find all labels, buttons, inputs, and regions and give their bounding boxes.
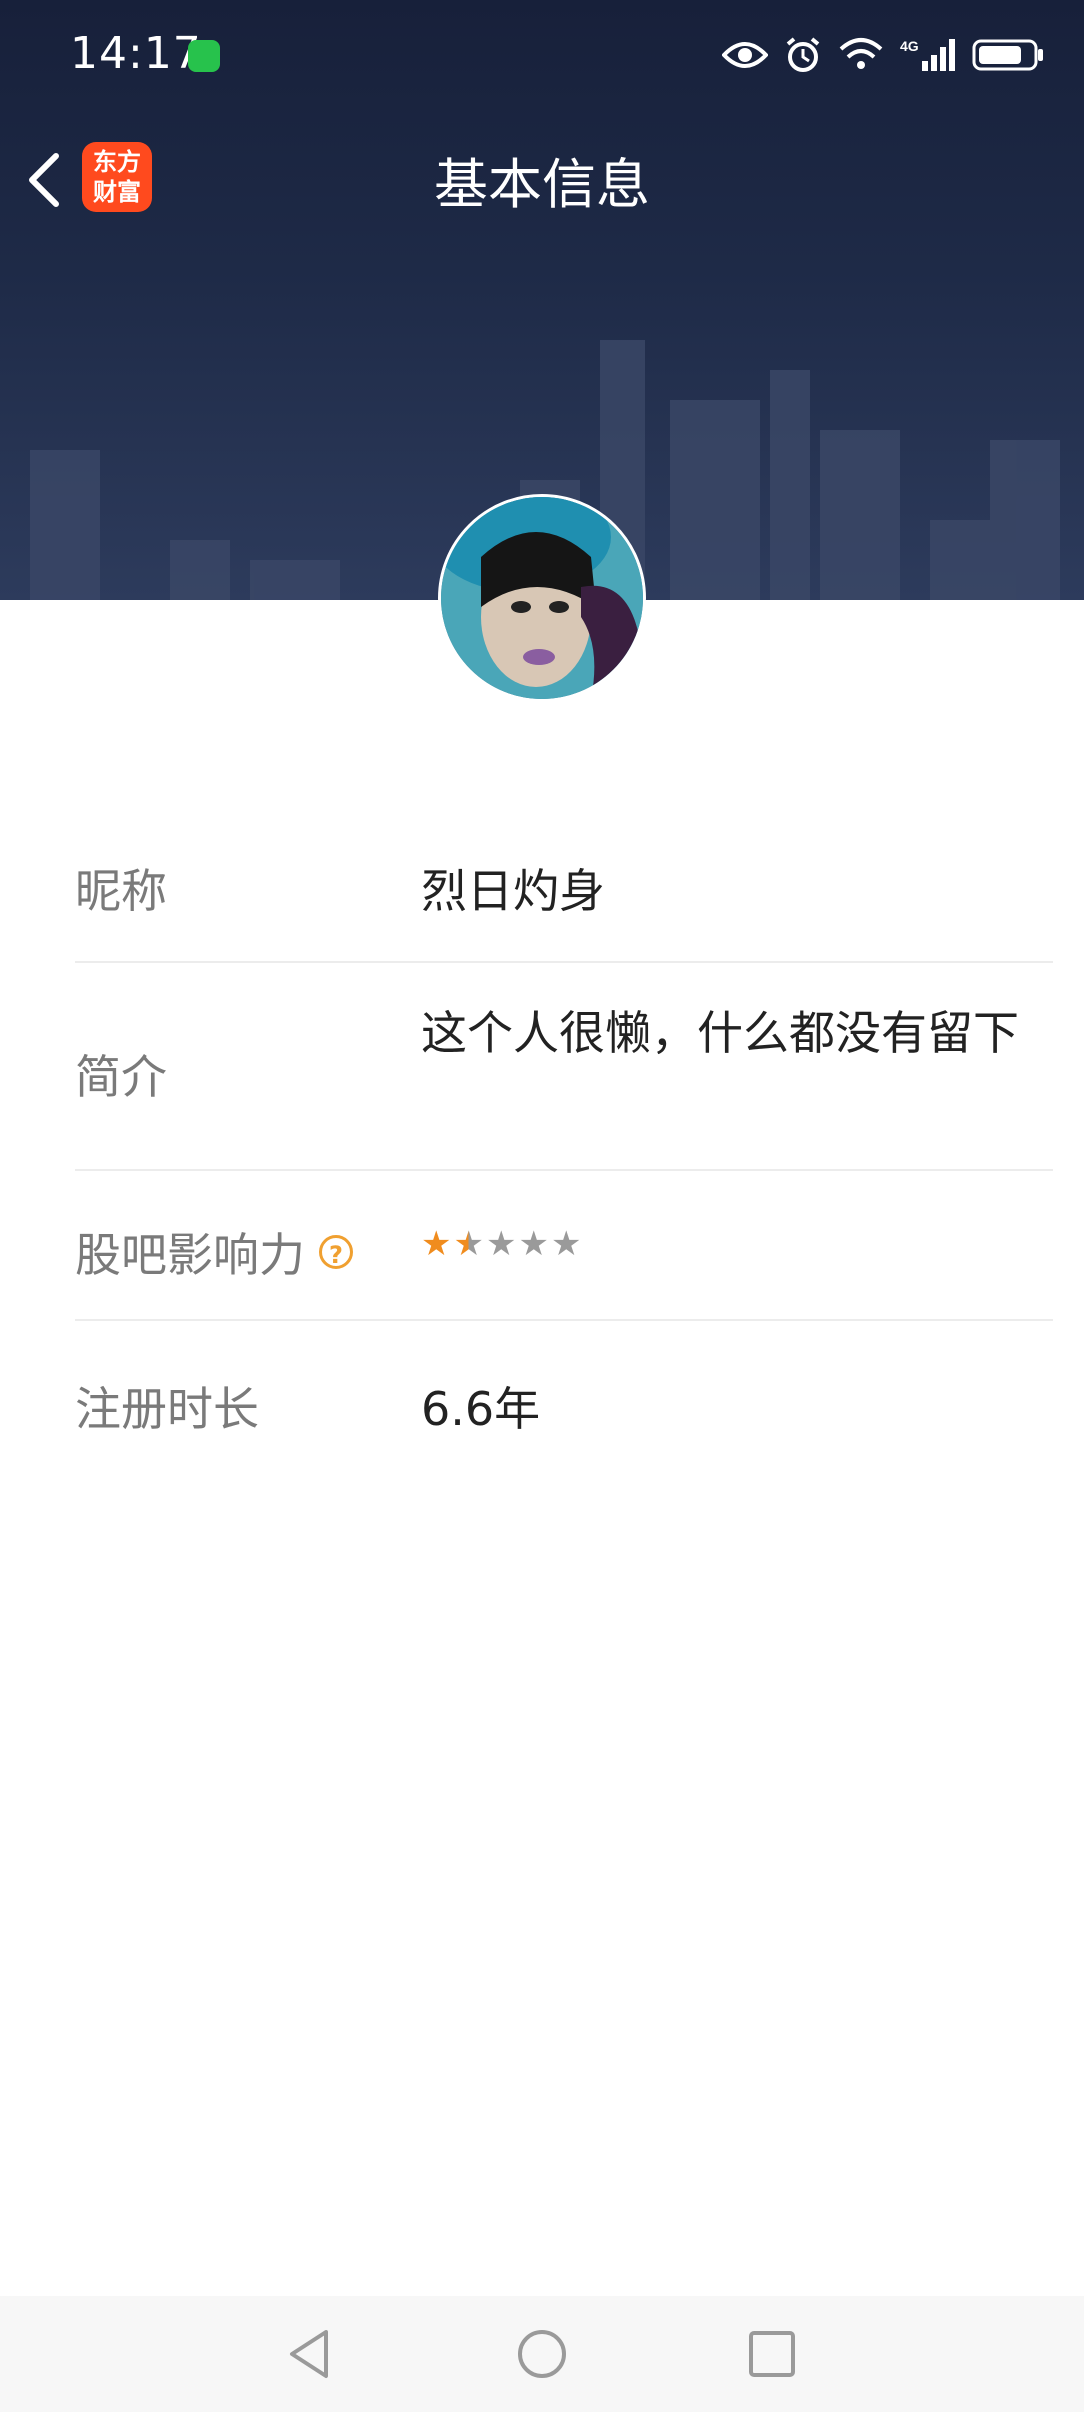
intro-value: 这个人很懒，什么都没有留下	[421, 1006, 1019, 1060]
star-icon: ★	[453, 1224, 484, 1264]
star-icon: ★	[550, 1224, 582, 1264]
status-bar: 14:17 4G	[0, 0, 1084, 110]
nickname-value: 烈日灼身	[421, 864, 605, 918]
wechat-icon	[188, 40, 220, 72]
alarm-icon	[786, 37, 820, 72]
star-icon: ★	[485, 1224, 517, 1264]
wifi-icon	[839, 38, 883, 69]
influence-row: 股吧影响力 ? ★ ★ ★ ★ ★	[75, 1171, 1053, 1321]
nickname-label: 昵称	[75, 864, 167, 918]
influence-stars: ★ ★ ★ ★ ★	[421, 1227, 581, 1261]
duration-value: 6.6年	[421, 1382, 541, 1436]
duration-label: 注册时长	[75, 1382, 259, 1436]
profile-info-list: 昵称 烈日灼身 简介 这个人很懒，什么都没有留下 股吧影响力 ? ★ ★ ★ ★ ★ 注…	[75, 815, 1053, 1471]
status-icons: 4G	[722, 30, 1044, 80]
status-time: 14:17	[70, 28, 202, 79]
system-back-icon[interactable]	[280, 2324, 340, 2384]
system-home-icon[interactable]	[512, 2324, 572, 2384]
duration-row: 注册时长 6.6年	[75, 1321, 1053, 1471]
intro-label: 简介	[75, 1050, 167, 1104]
page-title: 基本信息	[434, 153, 650, 216]
avatar[interactable]	[438, 494, 646, 702]
network-label: 4G	[900, 38, 919, 54]
star-icon: ★	[518, 1224, 549, 1264]
intro-row: 简介 这个人很懒，什么都没有留下	[75, 963, 1053, 1171]
influence-label: 股吧影响力	[75, 1228, 305, 1282]
help-icon[interactable]: ?	[319, 1235, 353, 1269]
navigation-bar: 东方 财富 基本信息	[0, 120, 1084, 240]
signal-4g-icon: 4G	[900, 38, 955, 71]
avatar-image	[441, 497, 643, 699]
influence-label-group: 股吧影响力 ?	[75, 1219, 353, 1285]
battery-icon	[972, 39, 1043, 71]
eye-icon	[722, 42, 768, 68]
system-recents-icon[interactable]	[742, 2324, 802, 2384]
system-navigation-bar	[0, 2296, 1084, 2412]
star-icon: ★	[421, 1224, 452, 1264]
nickname-row: 昵称 烈日灼身	[75, 815, 1053, 963]
